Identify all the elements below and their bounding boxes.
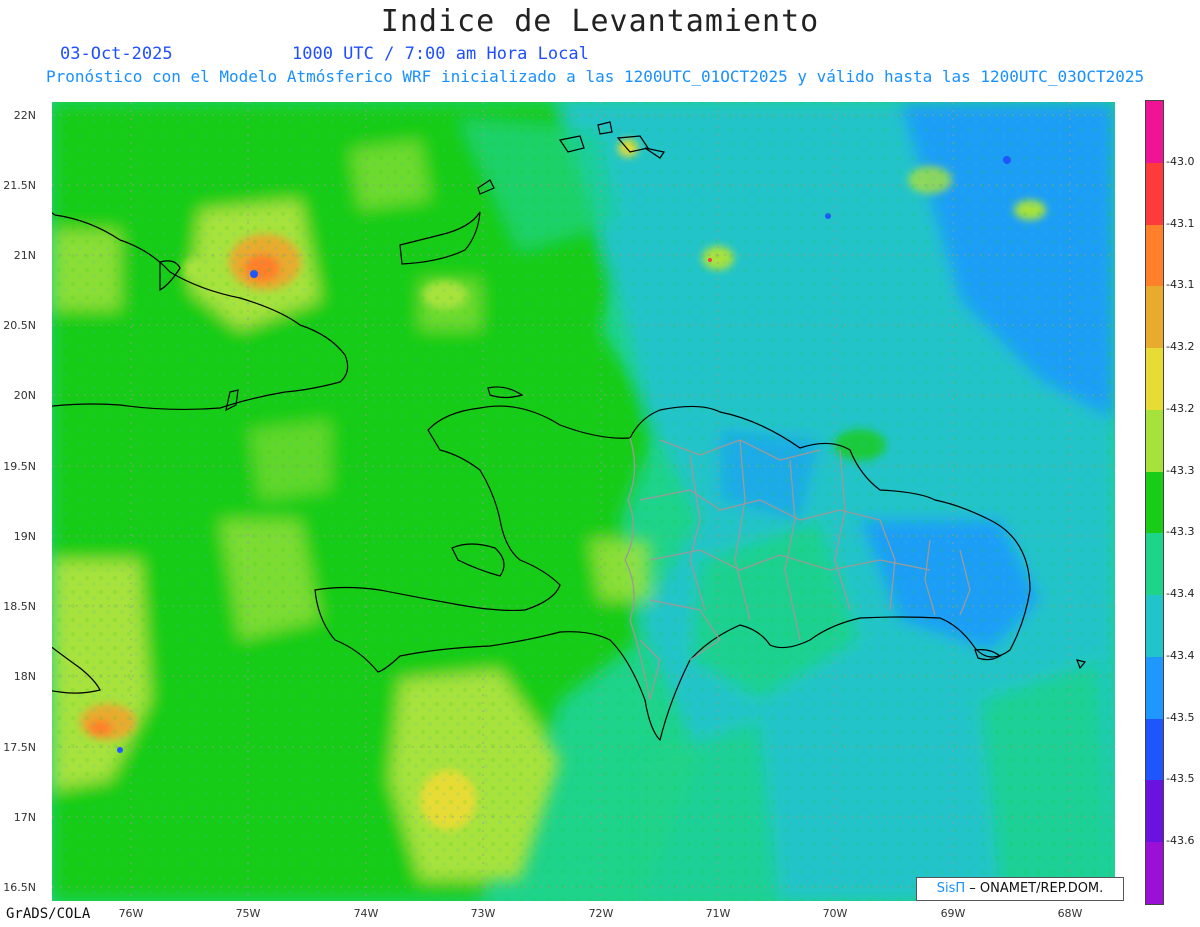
colorbar-label: -43.6 [1166, 834, 1195, 848]
colorbar-segment [1146, 348, 1163, 410]
lat-label: 19.5N [3, 460, 36, 473]
colorbar-segment [1146, 409, 1163, 472]
lon-label: 74W [353, 907, 379, 920]
colorbar-segment [1146, 780, 1163, 843]
forecast-description: Pronóstico con el Modelo Atmósferico WRF… [46, 67, 1145, 86]
lat-label: 18N [13, 670, 36, 683]
field-texture [52, 102, 1115, 901]
lat-label: 21N [13, 249, 36, 262]
colorbar-segment [1146, 595, 1163, 657]
colorbar-label: -43.1 [1166, 278, 1195, 292]
lat-label: 16.5N [3, 881, 36, 894]
lat-label: 21.5N [3, 179, 36, 192]
lat-label: 19N [13, 530, 36, 543]
lon-label: 75W [235, 907, 261, 920]
colorbar [1145, 100, 1164, 905]
colorbar-segment [1146, 842, 1163, 904]
colorbar-label: -43.3 [1166, 525, 1195, 539]
colorbar-label: -43.5 [1166, 772, 1195, 786]
colorbar-segment [1146, 162, 1163, 225]
lon-label: 70W [822, 907, 848, 920]
credit-box: SisΠ – ONAMET/REP.DOM. [916, 877, 1124, 901]
forecast-time: 1000 UTC / 7:00 am Hora Local [292, 44, 589, 64]
lon-label: 71W [705, 907, 731, 920]
colorbar-label: -43.2 [1166, 401, 1195, 415]
colorbar-segment [1146, 101, 1163, 163]
lon-label: 69W [940, 907, 966, 920]
colorbar-label: -43.5 [1166, 710, 1195, 724]
lat-label: 22N [13, 109, 36, 122]
credit-text: – ONAMET/REP.DOM. [969, 881, 1104, 896]
lon-label: 73W [470, 907, 496, 920]
lat-label: 18.5N [3, 600, 36, 613]
colorbar-label: -43.4 [1166, 587, 1195, 601]
lon-label: 72W [588, 907, 614, 920]
lat-label: 20.5N [3, 319, 36, 332]
colorbar-segment [1146, 533, 1163, 596]
colorbar-segment [1146, 224, 1163, 287]
colorbar-label: -43.2 [1166, 340, 1195, 354]
lat-label: 17N [13, 811, 36, 824]
forecast-date: 03-Oct-2025 [60, 44, 173, 64]
colorbar-label: -43.3 [1166, 463, 1195, 477]
colorbar-label: -43.4 [1166, 648, 1195, 662]
colorbar-segment [1146, 286, 1163, 349]
colorbar-label: -43.0 [1166, 154, 1195, 168]
lon-label: 76W [118, 907, 144, 920]
lat-label: 17.5N [3, 741, 36, 754]
colorbar-segment [1146, 656, 1163, 719]
colorbar-segment [1146, 471, 1163, 534]
software-credit: GrADS/COLA [6, 906, 91, 922]
map-title: Indice de Levantamiento [380, 4, 820, 39]
lon-label: 68W [1057, 907, 1083, 920]
colorbar-segment [1146, 718, 1163, 781]
lat-label: 20N [13, 389, 36, 402]
map-area [52, 102, 1115, 901]
sispi-logo: SisΠ [936, 881, 966, 896]
colorbar-label: -43.1 [1166, 216, 1195, 230]
